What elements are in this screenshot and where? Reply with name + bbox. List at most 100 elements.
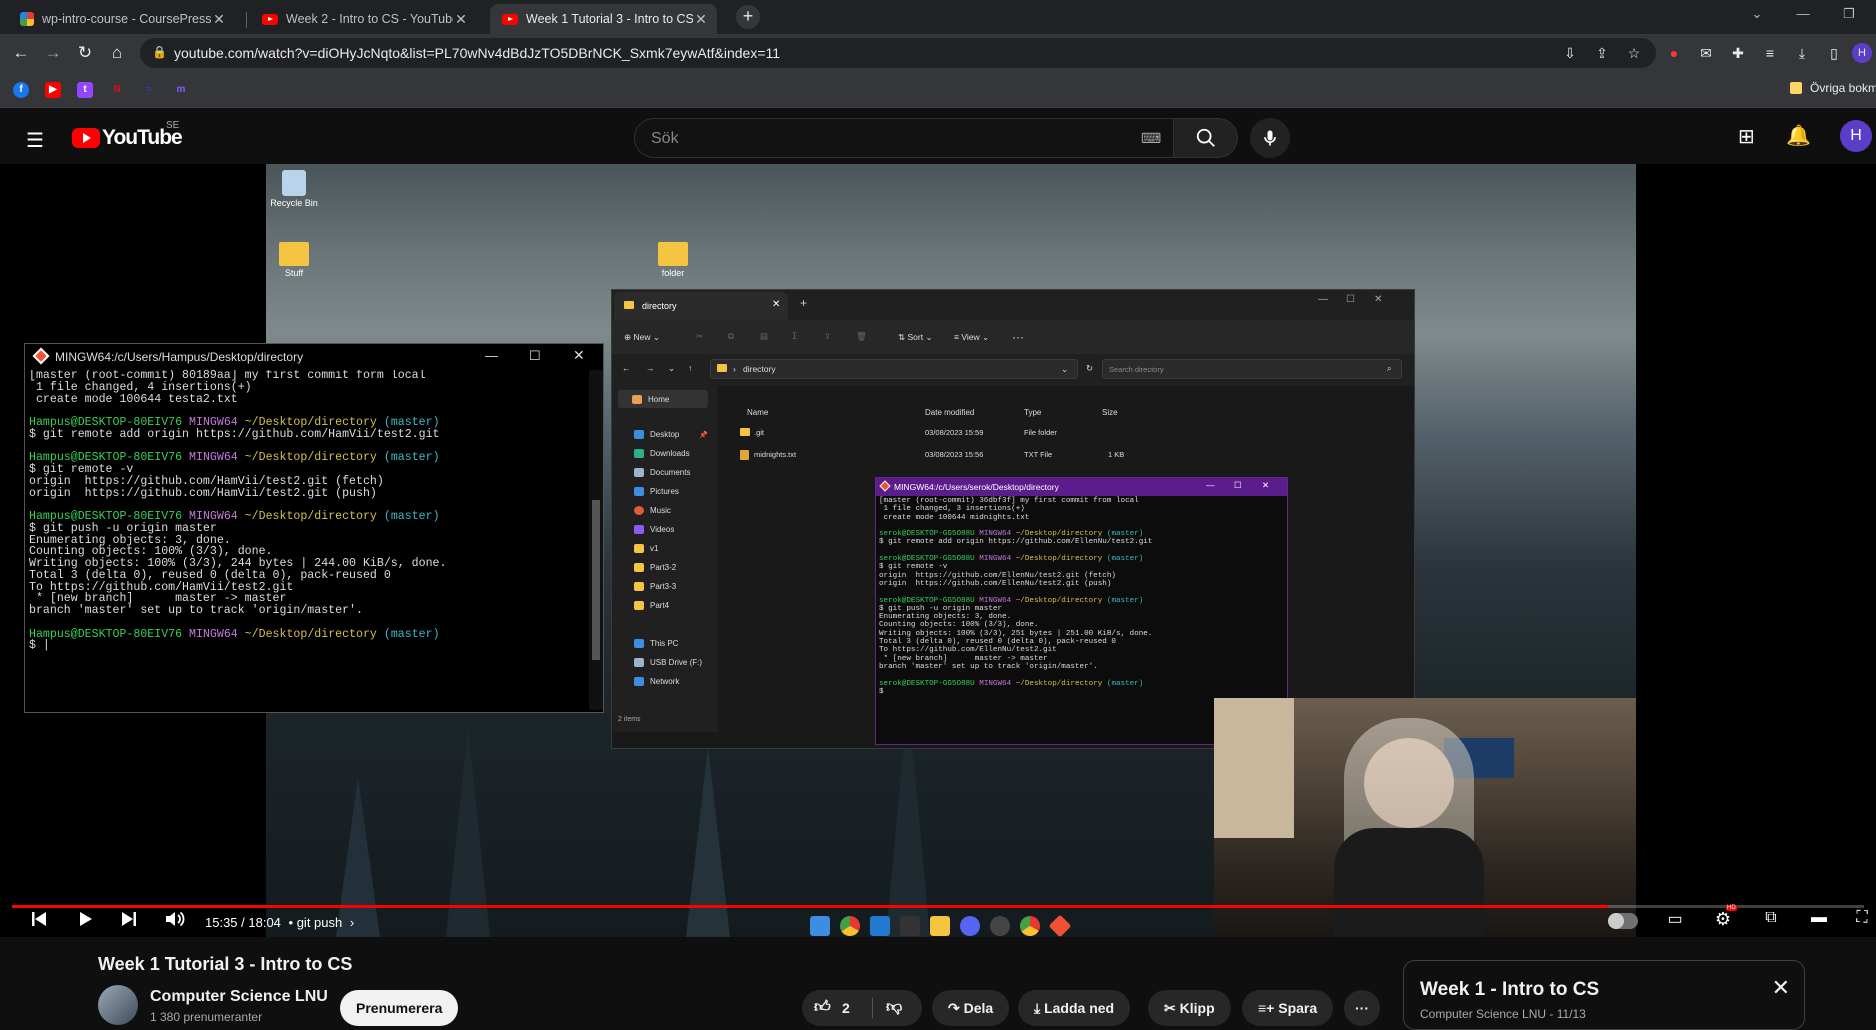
- address-bar[interactable]: 🔒 youtube.com/watch?v=diOHyJcNqto&list=P…: [140, 38, 1656, 68]
- settings-gear-icon[interactable]: ⚙ HD: [1710, 905, 1737, 935]
- youtube-bookmark-icon[interactable]: ▶: [45, 82, 61, 98]
- terminal-output[interactable]: [master (root-commit) 36dbf3f] my first …: [876, 496, 1287, 697]
- mastodon-bookmark-icon[interactable]: m: [173, 82, 189, 98]
- previous-button[interactable]: [26, 909, 52, 935]
- bookmark-icon[interactable]: ≈: [141, 82, 157, 98]
- more-actions-button[interactable]: ···: [1344, 990, 1380, 1026]
- netflix-bookmark-icon[interactable]: N: [109, 82, 125, 98]
- stuff-desktop-icon[interactable]: Stuff: [269, 242, 319, 278]
- recycle-bin-desktop-icon[interactable]: Recycle Bin: [269, 170, 319, 208]
- sidebar-item-part3-3[interactable]: Part3-3: [634, 582, 676, 591]
- create-video-icon[interactable]: ⊞: [1738, 124, 1755, 149]
- sidebar-item-v1[interactable]: v1: [634, 544, 658, 553]
- video-progress-bar[interactable]: [12, 905, 1864, 908]
- save-button[interactable]: ≡+ Spara: [1242, 990, 1334, 1026]
- cut-icon[interactable]: ✂: [696, 331, 703, 342]
- delete-icon[interactable]: 🗑: [856, 331, 867, 342]
- close-icon[interactable]: ✕: [1374, 294, 1382, 305]
- autoplay-toggle[interactable]: [1608, 913, 1638, 929]
- close-icon[interactable]: ✕: [1262, 480, 1269, 491]
- subtitles-icon[interactable]: ▭: [1662, 909, 1688, 935]
- minimize-icon[interactable]: —: [485, 348, 498, 363]
- sidebar-item-desktop[interactable]: Desktop 📌: [634, 430, 708, 439]
- new-tab-icon[interactable]: +: [800, 296, 807, 310]
- bookmark-star-icon[interactable]: ☆: [1624, 43, 1644, 63]
- refresh-icon[interactable]: ↻: [1086, 363, 1093, 374]
- column-header-type[interactable]: Type: [1024, 408, 1041, 417]
- fullscreen-icon[interactable]: ⛶: [1850, 909, 1874, 935]
- subscribe-button[interactable]: Prenumerera: [340, 990, 459, 1026]
- forward-icon[interactable]: →: [40, 40, 66, 66]
- close-tab-icon[interactable]: ✕: [211, 11, 227, 28]
- channel-name[interactable]: Computer Science LNU: [150, 988, 328, 1006]
- play-button[interactable]: [72, 909, 98, 935]
- tab-search-icon[interactable]: ⌄: [1734, 0, 1780, 30]
- column-header-size[interactable]: Size: [1102, 408, 1118, 417]
- maximize-icon[interactable]: ☐: [1234, 480, 1242, 491]
- sidebar-item-videos[interactable]: Videos: [634, 525, 674, 534]
- minimize-icon[interactable]: —: [1318, 294, 1328, 305]
- tab-week2[interactable]: Week 2 - Intro to CS - YouTube ✕: [250, 4, 477, 34]
- close-tab-icon[interactable]: ✕: [693, 11, 709, 28]
- url-text[interactable]: youtube.com/watch?v=diOHyJcNqto&list=PL7…: [174, 45, 780, 61]
- more-options-icon[interactable]: ···: [1012, 330, 1024, 344]
- sidebar-item-this-pc[interactable]: This PC: [634, 639, 678, 648]
- sidebar-item-usb-drive[interactable]: USB Drive (F:): [634, 658, 702, 667]
- clip-button[interactable]: ✂ Klipp: [1148, 990, 1231, 1026]
- close-tab-icon[interactable]: ✕: [453, 11, 469, 28]
- close-tab-icon[interactable]: ✕: [772, 299, 780, 310]
- extension-red-icon[interactable]: ●: [1664, 43, 1684, 63]
- sidebar-item-network[interactable]: Network: [634, 677, 679, 686]
- dislike-button[interactable]: 👎︎: [886, 990, 902, 1026]
- extension-mail-icon[interactable]: ✉: [1696, 43, 1716, 63]
- profile-avatar[interactable]: H: [1852, 43, 1872, 63]
- channel-avatar[interactable]: [98, 985, 138, 1025]
- paste-icon[interactable]: ▤: [760, 331, 768, 342]
- back-icon[interactable]: ←: [622, 363, 631, 373]
- like-button[interactable]: 👍︎: [814, 990, 831, 1026]
- voice-search-button[interactable]: [1250, 118, 1290, 158]
- minimize-icon[interactable]: —: [1206, 480, 1215, 490]
- address-breadcrumb[interactable]: › directory ⌄: [710, 359, 1078, 379]
- chevron-down-icon[interactable]: ⌄: [1061, 364, 1068, 375]
- sidebar-item-pictures[interactable]: Pictures: [634, 487, 679, 496]
- recent-locations-icon[interactable]: ⌄: [668, 363, 675, 374]
- playlist-title[interactable]: Week 1 - Intro to CS: [1420, 979, 1599, 1001]
- download-button[interactable]: ⤓ Ladda ned: [1018, 990, 1131, 1026]
- extensions-puzzle-icon[interactable]: ✚: [1728, 43, 1748, 63]
- view-menu-button[interactable]: ≡ View ⌄: [954, 332, 989, 343]
- keyboard-icon[interactable]: ⌨: [1141, 130, 1161, 147]
- tab-coursepress[interactable]: wp-intro-course - CoursePress - ✕: [8, 4, 235, 34]
- copy-icon[interactable]: ⧉: [728, 331, 734, 342]
- chapter-button[interactable]: • git push: [289, 915, 343, 930]
- sidebar-item-part4[interactable]: Part4: [634, 601, 669, 610]
- terminal-scrollbar[interactable]: [589, 370, 603, 710]
- up-icon[interactable]: ↑: [688, 363, 692, 373]
- sidebar-item-part3-2[interactable]: Part3-2: [634, 563, 676, 572]
- sidebar-item-downloads[interactable]: Downloads: [634, 449, 690, 458]
- lock-icon[interactable]: 🔒: [152, 45, 167, 59]
- column-header-date[interactable]: Date modified: [925, 408, 974, 417]
- new-menu-button[interactable]: ⊕ New ⌄: [624, 332, 660, 343]
- downloads-icon[interactable]: ⤓: [1792, 43, 1812, 63]
- terminal-output[interactable]: [master (root-commit) 80189aa] my first …: [25, 370, 603, 652]
- new-tab-button[interactable]: +: [736, 5, 760, 29]
- tab-week1-tutorial3[interactable]: Week 1 Tutorial 3 - Intro to CS - Y ✕: [490, 4, 717, 34]
- scrollbar-thumb[interactable]: [592, 500, 600, 660]
- other-bookmarks[interactable]: Övriga bokm: [1810, 81, 1876, 95]
- column-header-name[interactable]: Name: [747, 408, 768, 417]
- maximize-icon[interactable]: ☐: [529, 348, 541, 364]
- search-input[interactable]: Sök ⌨: [634, 118, 1174, 158]
- next-button[interactable]: [116, 909, 142, 935]
- minimize-window-button[interactable]: —: [1780, 0, 1826, 30]
- breadcrumb-segment[interactable]: directory: [743, 364, 776, 374]
- forward-icon[interactable]: →: [646, 363, 655, 373]
- explorer-tab[interactable]: directory ✕: [614, 292, 788, 320]
- account-avatar[interactable]: H: [1840, 120, 1872, 152]
- search-button[interactable]: [1174, 118, 1238, 158]
- share-icon[interactable]: ⇪: [1592, 43, 1612, 63]
- menu-hamburger-icon[interactable]: ☰: [26, 128, 44, 153]
- close-playlist-icon[interactable]: ✕: [1772, 975, 1790, 1001]
- video-player[interactable]: Recycle Bin Stuff folder directory ✕ + —…: [0, 164, 1876, 937]
- share-button[interactable]: ↷ Dela: [932, 990, 1010, 1026]
